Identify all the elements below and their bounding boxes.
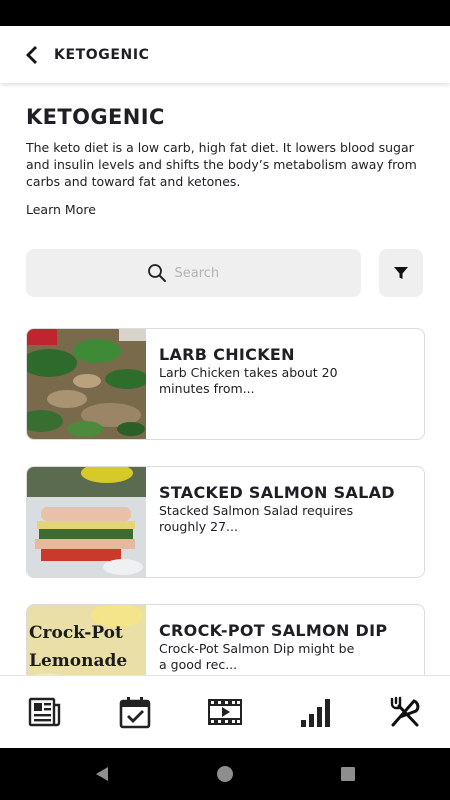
search-input[interactable]	[172, 264, 241, 282]
system-recents-button[interactable]	[324, 750, 372, 798]
status-bar	[0, 0, 450, 26]
recipe-image-crock-pot-salmon-dip: Crock-Pot Lemonade	[27, 605, 146, 675]
filter-icon	[394, 267, 408, 279]
system-navigation-bar	[0, 747, 450, 800]
system-back-button[interactable]	[78, 750, 126, 798]
app-bar: KETOGENIC	[0, 26, 450, 83]
recipe-summary: Stacked Salmon Salad requires roughly 27…	[159, 503, 354, 534]
recipe-card-larb-chicken[interactable]: LARB CHICKEN Larb Chicken takes about 20…	[26, 328, 425, 440]
recipe-title: STACKED SALMON SALAD	[159, 483, 395, 502]
back-button[interactable]	[14, 37, 50, 73]
newspaper-icon	[28, 697, 61, 727]
recipe-image-larb-chicken	[27, 329, 146, 439]
learn-more-link[interactable]: Learn More	[26, 202, 96, 217]
home-circle-icon	[216, 765, 233, 782]
app-bar-title: KETOGENIC	[54, 46, 150, 63]
system-home-button[interactable]	[201, 750, 249, 798]
main-content[interactable]: KETOGENIC The keto diet is a low carb, h…	[0, 83, 450, 675]
nav-videos[interactable]	[195, 682, 255, 742]
search-bar[interactable]	[26, 249, 361, 297]
nav-plan[interactable]	[105, 682, 165, 742]
search-icon	[147, 264, 166, 282]
nav-progress[interactable]	[285, 682, 345, 742]
recipe-title: LARB CHICKEN	[159, 345, 295, 364]
fork-knife-icon	[390, 696, 420, 727]
page-title: KETOGENIC	[26, 105, 165, 129]
bottom-navigation	[0, 675, 450, 748]
recipe-summary: Larb Chicken takes about 20 minutes from…	[159, 365, 338, 396]
recipe-card-crock-pot-salmon-dip[interactable]: Crock-Pot Lemonade CROCK-POT SALMON DIP …	[26, 604, 425, 675]
calendar-check-icon	[119, 697, 151, 729]
arrow-left-icon	[26, 45, 37, 64]
recipe-title: CROCK-POT SALMON DIP	[159, 621, 388, 640]
back-triangle-icon	[95, 766, 108, 781]
bar-chart-icon	[301, 699, 330, 727]
svg-text:Crock-Pot: Crock-Pot	[29, 623, 123, 643]
recents-square-icon	[341, 766, 356, 781]
svg-text:Lemonade: Lemonade	[29, 651, 127, 671]
recipe-card-stacked-salmon-salad[interactable]: STACKED SALMON SALAD Stacked Salmon Sala…	[26, 466, 425, 578]
video-film-icon	[208, 699, 242, 725]
filter-button[interactable]	[379, 249, 423, 297]
recipe-image-stacked-salmon-salad	[27, 467, 146, 577]
recipe-summary: Crock-Pot Salmon Dip might be a good rec…	[159, 641, 355, 672]
diet-description: The keto diet is a low carb, high fat di…	[26, 140, 417, 189]
nav-news[interactable]	[15, 682, 75, 742]
nav-recipes[interactable]	[375, 682, 435, 742]
